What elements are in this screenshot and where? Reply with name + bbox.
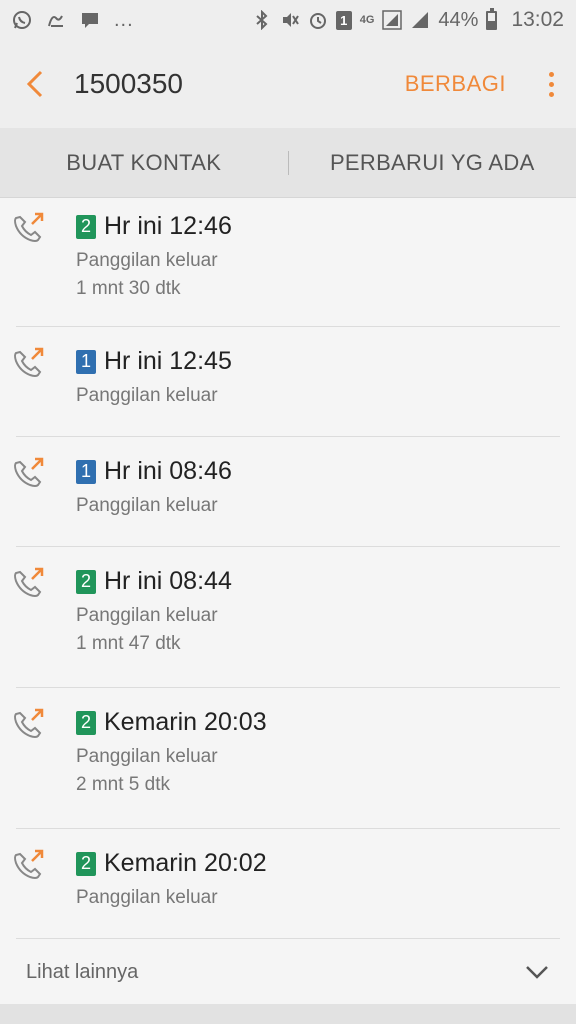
call-duration: 2 mnt 5 dtk (76, 774, 170, 795)
battery-percent: 44% (438, 8, 479, 31)
action-bar: BUAT KONTAK PERBARUI YG ADA (0, 128, 576, 198)
call-time: Kemarin 20:02 (104, 849, 267, 877)
sim-badge: 1 (76, 459, 96, 484)
call-type: Panggilan keluar (76, 746, 218, 767)
alarm-icon (308, 10, 328, 30)
call-duration: 1 mnt 47 dtk (76, 633, 181, 654)
message-icon (80, 10, 100, 30)
call-type: Panggilan keluar (76, 250, 218, 271)
call-log-content: 2 Hr ini 12:46 Panggilan keluar 1 mnt 30 dt… (76, 212, 560, 303)
call-type: Panggilan keluar (76, 385, 218, 406)
call-log-item[interactable]: 1 Hr ini 12:45 Panggilan keluar (14, 327, 560, 437)
call-log-content: 1 Hr ini 12:45 Panggilan keluar (76, 347, 560, 410)
call-header: 1 Hr ini 12:45 (76, 347, 560, 376)
call-time: Kemarin 20:03 (104, 708, 267, 736)
battery-icon (486, 7, 498, 30)
app-bar: 1500350 BERBAGI (0, 40, 576, 128)
more-vert-icon-dot (548, 81, 554, 87)
call-log-content: 1 Hr ini 08:46 Panggilan keluar (76, 457, 560, 520)
call-log-content: 2 Hr ini 08:44 Panggilan keluar 1 mnt 47 dt… (76, 567, 560, 658)
outgoing-call-icon (10, 345, 46, 381)
call-log-item[interactable]: 1 Hr ini 08:46 Panggilan keluar (14, 437, 560, 547)
outgoing-call-icon (10, 455, 46, 491)
share-button[interactable]: BERBAGI (385, 71, 526, 97)
sim-badge: 2 (76, 569, 96, 594)
clock: 13:02 (511, 8, 564, 31)
outgoing-call-icon (10, 210, 46, 246)
page-title: 1500350 (74, 68, 184, 99)
more-vert-icon-dot (548, 91, 554, 97)
outgoing-call-icon (10, 565, 46, 601)
call-time: Hr ini 12:46 (104, 212, 232, 240)
call-header: 2 Hr ini 12:46 (76, 212, 560, 241)
update-existing-button[interactable]: PERBARUI YG ADA (289, 150, 576, 176)
call-log-item[interactable]: 2 Kemarin 20:03 Panggilan keluar 2 mnt 5 dt… (14, 688, 560, 829)
call-type: Panggilan keluar (76, 495, 218, 516)
see-more-row[interactable]: Lihat lainnya (0, 940, 576, 1004)
link-icon (46, 10, 66, 30)
more-vert-icon-dot (548, 71, 554, 77)
whatsapp-icon (12, 10, 32, 30)
call-type: Panggilan keluar (76, 887, 218, 908)
back-arrow-icon (26, 70, 43, 98)
sim-badge: 2 (76, 214, 96, 239)
call-list: 2 Hr ini 12:46 Panggilan keluar 1 mnt 30 dt… (0, 198, 576, 939)
create-contact-button[interactable]: BUAT KONTAK (0, 150, 288, 176)
call-type: Panggilan keluar (76, 605, 218, 626)
call-duration: 1 mnt 30 dtk (76, 278, 181, 299)
sim-badge: 2 (76, 710, 96, 735)
see-more-label: Lihat lainnya (26, 960, 139, 983)
call-log-item[interactable]: 2 Kemarin 20:02 Panggilan keluar (14, 829, 560, 939)
call-log-item[interactable]: 2 Hr ini 12:46 Panggilan keluar 1 mnt 30 dt… (14, 198, 560, 327)
more-options-button[interactable] (526, 40, 576, 128)
call-time: Hr ini 12:45 (104, 347, 232, 375)
chevron-down-icon (526, 966, 548, 979)
bottom-strip (0, 1004, 576, 1024)
back-button[interactable] (0, 40, 70, 128)
call-time: Hr ini 08:46 (104, 457, 232, 485)
bluetooth-icon (252, 10, 272, 30)
outgoing-call-icon (10, 847, 46, 883)
call-log-content: 2 Kemarin 20:02 Panggilan keluar (76, 849, 560, 912)
more-notifications-icon: ... (114, 8, 134, 31)
sim-badge: 1 (76, 349, 96, 374)
signal-icon (382, 10, 403, 30)
network-type-label: 4G (359, 14, 375, 26)
sim-indicator: 1 (335, 10, 352, 30)
sim-badge: 2 (76, 851, 96, 876)
call-log-content: 2 Kemarin 20:03 Panggilan keluar 2 mnt 5 dt… (76, 708, 560, 799)
call-header: 2 Kemarin 20:02 (76, 849, 560, 878)
status-bar: ... 1 4G 44% 13:02 (0, 0, 576, 40)
call-header: 1 Hr ini 08:46 (76, 457, 560, 486)
call-time: Hr ini 08:44 (104, 567, 232, 595)
outgoing-call-icon (10, 706, 46, 742)
call-header: 2 Kemarin 20:03 (76, 708, 560, 737)
call-log-item[interactable]: 2 Hr ini 08:44 Panggilan keluar 1 mnt 47 dt… (14, 547, 560, 688)
signal-strength-icon (410, 10, 430, 30)
mute-icon (280, 10, 300, 30)
call-header: 2 Hr ini 08:44 (76, 567, 560, 596)
